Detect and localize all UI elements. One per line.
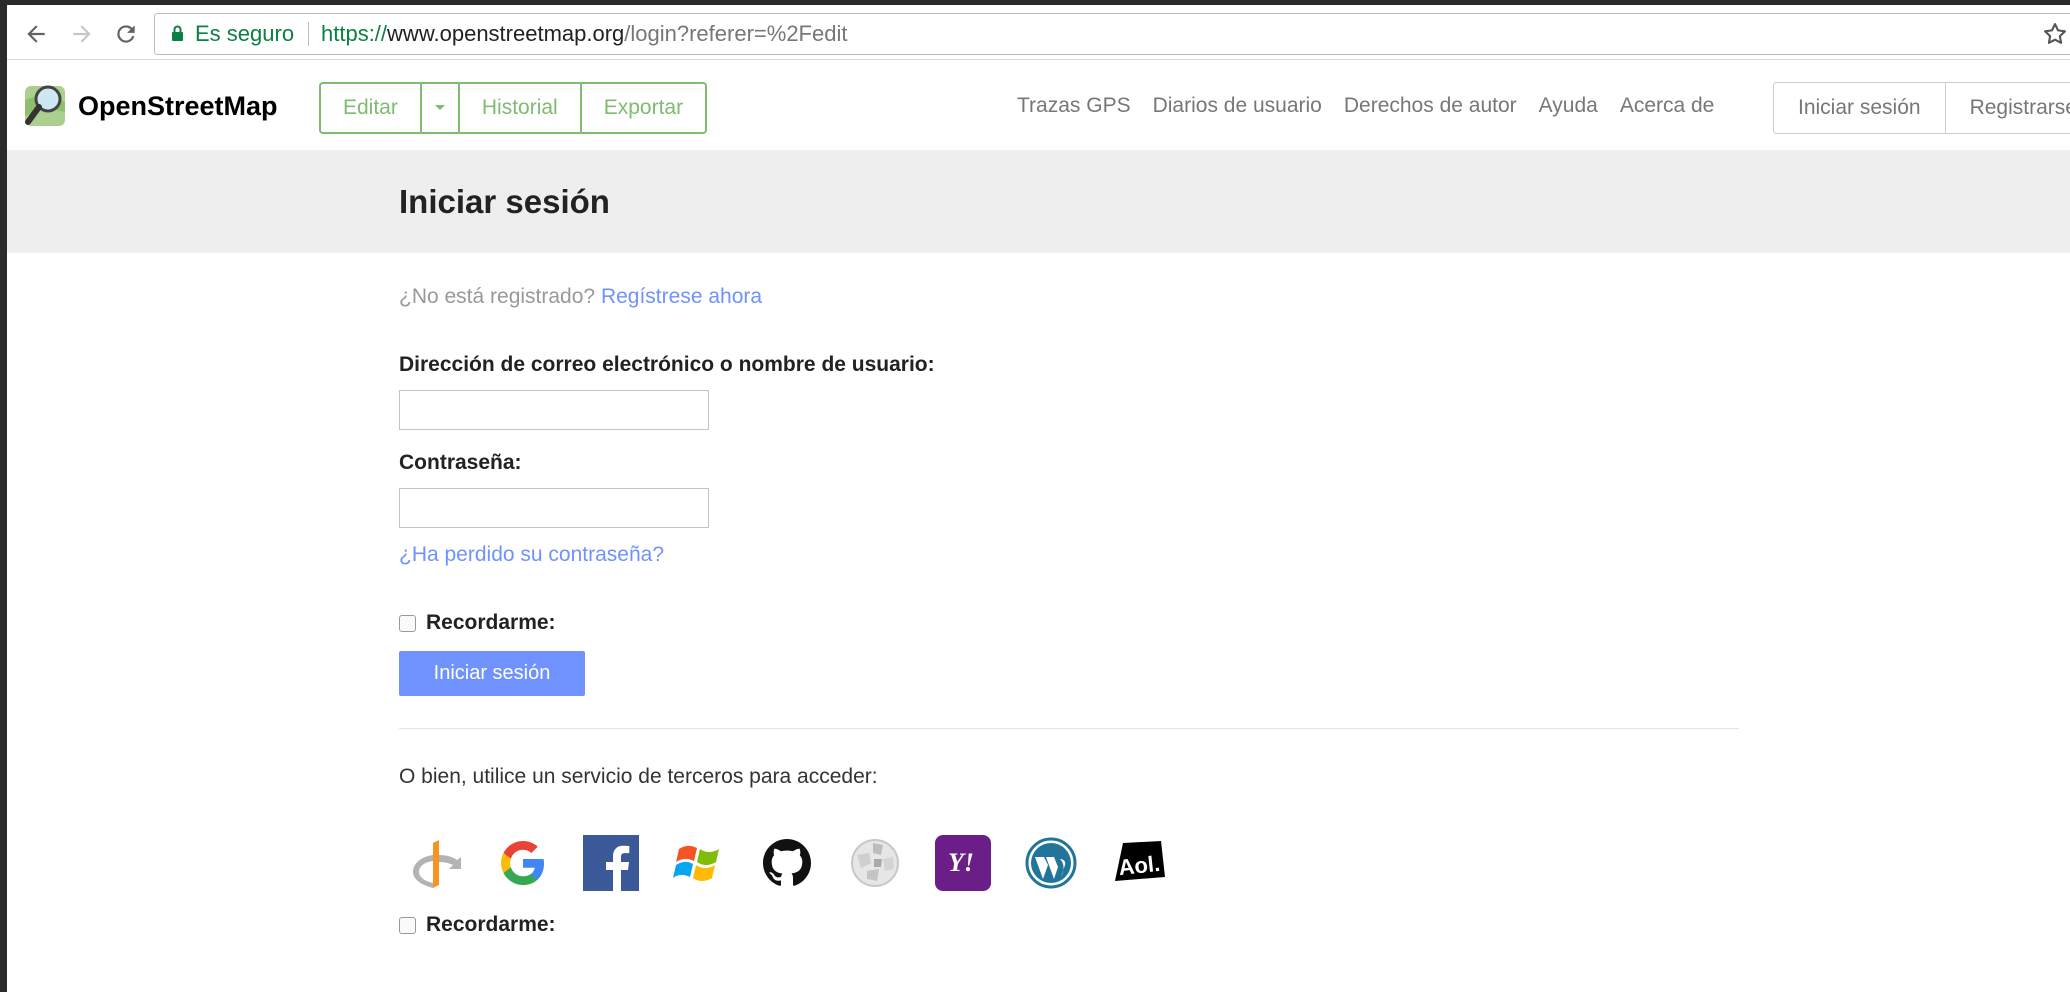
url-host: www.openstreetmap.org bbox=[387, 21, 625, 46]
top-nav: Trazas GPS Diarios de usuario Derechos d… bbox=[1017, 60, 1736, 152]
edit-dropdown-button[interactable] bbox=[422, 84, 460, 132]
nav-user-diaries[interactable]: Diarios de usuario bbox=[1153, 60, 1322, 152]
edit-button-group: Editar Historial Exportar bbox=[319, 82, 708, 134]
auth-button-group: Iniciar sesión Registrarse bbox=[1773, 82, 2070, 134]
secure-label: Es seguro bbox=[195, 21, 295, 46]
wordpress-icon[interactable] bbox=[1023, 833, 1111, 893]
caret-down-icon bbox=[434, 105, 445, 110]
remember-me-label-2: Recordarme: bbox=[426, 913, 556, 936]
export-button[interactable]: Exportar bbox=[582, 84, 705, 132]
site-header: OpenStreetMap Editar Historial Exportar … bbox=[7, 60, 2070, 150]
nav-help[interactable]: Ayuda bbox=[1539, 60, 1598, 152]
register-now-link[interactable]: Regístrese ahora bbox=[601, 285, 762, 308]
nav-copyright[interactable]: Derechos de autor bbox=[1344, 60, 1517, 152]
facebook-icon[interactable] bbox=[583, 833, 671, 893]
not-registered-text: ¿No está registrado? Regístrese ahora bbox=[399, 285, 762, 309]
nav-gps-traces[interactable]: Trazas GPS bbox=[1017, 60, 1131, 152]
password-input[interactable] bbox=[399, 488, 709, 528]
back-icon[interactable] bbox=[21, 19, 51, 49]
remember-me-label: Recordarme: bbox=[426, 611, 556, 634]
brand-name[interactable]: OpenStreetMap bbox=[78, 60, 278, 152]
content-header: Iniciar sesión bbox=[7, 150, 2070, 253]
signup-nav-button[interactable]: Registrarse bbox=[1946, 83, 2070, 133]
password-label: Contraseña: bbox=[399, 451, 522, 474]
svg-text:Aol.: Aol. bbox=[1117, 851, 1161, 880]
edit-button[interactable]: Editar bbox=[321, 84, 422, 132]
username-label: Dirección de correo electrónico o nombre… bbox=[399, 353, 935, 376]
yahoo-icon[interactable]: Y! bbox=[935, 833, 1023, 893]
windows-live-icon[interactable] bbox=[671, 833, 759, 893]
third-party-text: O bien, utilice un servicio de terceros … bbox=[399, 765, 878, 788]
lock-icon bbox=[172, 25, 183, 41]
browser-window: Es seguro https://www.openstreetmap.org/… bbox=[7, 5, 2070, 992]
login-nav-button[interactable]: Iniciar sesión bbox=[1774, 83, 1946, 133]
remember-me-row: Recordarme: bbox=[399, 611, 556, 635]
remember-me-row-2: Recordarme: bbox=[399, 913, 556, 937]
not-registered-label: ¿No está registrado? bbox=[399, 285, 596, 308]
address-bar[interactable]: Es seguro https://www.openstreetmap.org/… bbox=[154, 13, 2070, 55]
page-title: Iniciar sesión bbox=[399, 183, 610, 220]
remember-me-checkbox[interactable] bbox=[399, 614, 416, 632]
wikipedia-icon[interactable] bbox=[847, 833, 935, 893]
bookmark-star-icon[interactable] bbox=[2041, 20, 2069, 48]
github-icon[interactable] bbox=[759, 833, 847, 893]
history-button[interactable]: Historial bbox=[460, 84, 582, 132]
reload-icon[interactable] bbox=[111, 19, 141, 49]
remember-me-checkbox-2[interactable] bbox=[399, 916, 416, 934]
lost-password-link[interactable]: ¿Ha perdido su contraseña? bbox=[399, 543, 664, 567]
openid-icon[interactable] bbox=[407, 833, 495, 893]
section-divider bbox=[399, 728, 1739, 729]
url-path: /login?referer=%2Fedit bbox=[624, 21, 848, 46]
address-separator bbox=[308, 22, 309, 46]
forward-icon[interactable] bbox=[67, 19, 97, 49]
url-text: https://www.openstreetmap.org/login?refe… bbox=[321, 14, 847, 54]
url-scheme: https:// bbox=[321, 21, 388, 46]
google-icon[interactable] bbox=[495, 833, 583, 893]
browser-toolbar: Es seguro https://www.openstreetmap.org/… bbox=[7, 5, 2070, 60]
aol-icon[interactable]: Aol. bbox=[1111, 833, 1199, 893]
username-input[interactable] bbox=[399, 390, 709, 430]
svg-text:Y!: Y! bbox=[948, 848, 974, 877]
auth-providers: Y! Aol. bbox=[407, 833, 1199, 893]
login-submit-button[interactable]: Iniciar sesión bbox=[399, 651, 585, 696]
nav-about[interactable]: Acerca de bbox=[1620, 60, 1715, 152]
osm-logo-icon[interactable] bbox=[23, 82, 69, 128]
